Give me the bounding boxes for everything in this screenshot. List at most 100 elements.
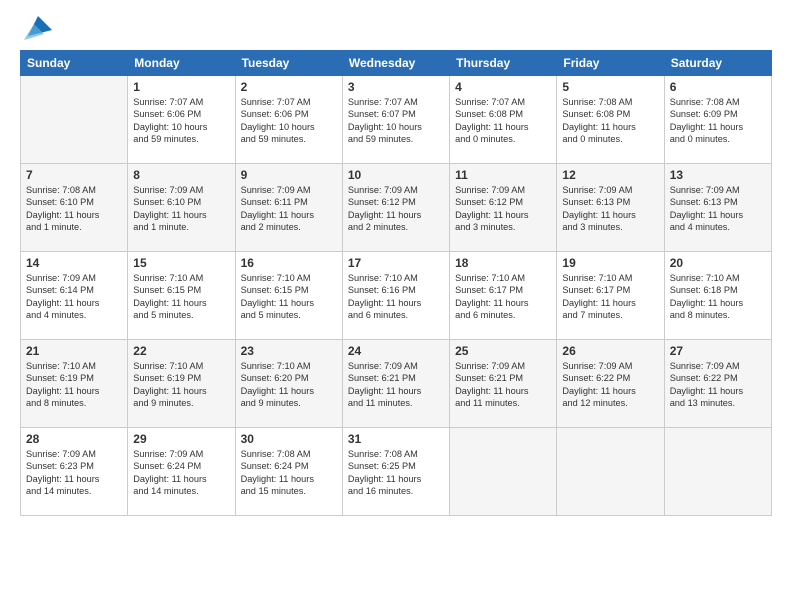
day-number: 29 bbox=[133, 432, 229, 446]
day-cell: 3 Sunrise: 7:07 AM Sunset: 6:07 PM Daylig… bbox=[342, 76, 449, 164]
day-info: Sunrise: 7:09 AM Sunset: 6:14 PM Dayligh… bbox=[26, 272, 122, 322]
day-number: 6 bbox=[670, 80, 766, 94]
logo-icon bbox=[24, 12, 52, 40]
week-row-4: 21 Sunrise: 7:10 AM Sunset: 6:19 PM Dayli… bbox=[21, 340, 772, 428]
day-info: Sunrise: 7:07 AM Sunset: 6:06 PM Dayligh… bbox=[133, 96, 229, 146]
day-cell: 29Sunrise: 7:09 AM Sunset: 6:24 PM Dayli… bbox=[128, 428, 235, 516]
day-number: 21 bbox=[26, 344, 122, 358]
day-info: Sunrise: 7:07 AM Sunset: 6:06 PM Dayligh… bbox=[241, 96, 337, 146]
day-info: Sunrise: 7:09 AM Sunset: 6:11 PM Dayligh… bbox=[241, 184, 337, 234]
day-cell: 25 Sunrise: 7:09 AM Sunset: 6:21 PM Dayli… bbox=[450, 340, 557, 428]
week-row-1: 1 Sunrise: 7:07 AM Sunset: 6:06 PM Daylig… bbox=[21, 76, 772, 164]
day-cell: 4Sunrise: 7:07 AM Sunset: 6:08 PM Daylig… bbox=[450, 76, 557, 164]
day-info: Sunrise: 7:08 AM Sunset: 6:25 PM Dayligh… bbox=[348, 448, 444, 498]
day-cell: 11 Sunrise: 7:09 AM Sunset: 6:12 PM Dayli… bbox=[450, 164, 557, 252]
day-cell: 26Sunrise: 7:09 AM Sunset: 6:22 PM Dayli… bbox=[557, 340, 664, 428]
day-number: 28 bbox=[26, 432, 122, 446]
col-header-tuesday: Tuesday bbox=[235, 51, 342, 76]
day-number: 4 bbox=[455, 80, 551, 94]
day-cell bbox=[450, 428, 557, 516]
day-cell: 31 Sunrise: 7:08 AM Sunset: 6:25 PM Dayli… bbox=[342, 428, 449, 516]
day-number: 25 bbox=[455, 344, 551, 358]
day-number: 8 bbox=[133, 168, 229, 182]
day-info: Sunrise: 7:09 AM Sunset: 6:21 PM Dayligh… bbox=[348, 360, 444, 410]
col-header-wednesday: Wednesday bbox=[342, 51, 449, 76]
day-number: 27 bbox=[670, 344, 766, 358]
day-number: 15 bbox=[133, 256, 229, 270]
day-number: 2 bbox=[241, 80, 337, 94]
day-number: 24 bbox=[348, 344, 444, 358]
day-info: Sunrise: 7:08 AM Sunset: 6:10 PM Dayligh… bbox=[26, 184, 122, 234]
day-number: 26 bbox=[562, 344, 658, 358]
logo bbox=[20, 16, 52, 40]
col-header-friday: Friday bbox=[557, 51, 664, 76]
day-info: Sunrise: 7:10 AM Sunset: 6:16 PM Dayligh… bbox=[348, 272, 444, 322]
day-number: 17 bbox=[348, 256, 444, 270]
day-number: 30 bbox=[241, 432, 337, 446]
day-cell: 15 Sunrise: 7:10 AM Sunset: 6:15 PM Dayli… bbox=[128, 252, 235, 340]
day-number: 31 bbox=[348, 432, 444, 446]
day-number: 19 bbox=[562, 256, 658, 270]
calendar-table: SundayMondayTuesdayWednesdayThursdayFrid… bbox=[20, 50, 772, 516]
day-info: Sunrise: 7:09 AM Sunset: 6:21 PM Dayligh… bbox=[455, 360, 551, 410]
day-info: Sunrise: 7:09 AM Sunset: 6:13 PM Dayligh… bbox=[562, 184, 658, 234]
day-info: Sunrise: 7:09 AM Sunset: 6:23 PM Dayligh… bbox=[26, 448, 122, 498]
day-number: 7 bbox=[26, 168, 122, 182]
day-number: 1 bbox=[133, 80, 229, 94]
day-info: Sunrise: 7:09 AM Sunset: 6:12 PM Dayligh… bbox=[348, 184, 444, 234]
col-header-monday: Monday bbox=[128, 51, 235, 76]
day-number: 9 bbox=[241, 168, 337, 182]
day-number: 11 bbox=[455, 168, 551, 182]
day-number: 22 bbox=[133, 344, 229, 358]
day-info: Sunrise: 7:10 AM Sunset: 6:15 PM Dayligh… bbox=[133, 272, 229, 322]
header-row: SundayMondayTuesdayWednesdayThursdayFrid… bbox=[21, 51, 772, 76]
day-number: 5 bbox=[562, 80, 658, 94]
col-header-saturday: Saturday bbox=[664, 51, 771, 76]
day-info: Sunrise: 7:09 AM Sunset: 6:12 PM Dayligh… bbox=[455, 184, 551, 234]
day-info: Sunrise: 7:10 AM Sunset: 6:19 PM Dayligh… bbox=[133, 360, 229, 410]
week-row-3: 14 Sunrise: 7:09 AM Sunset: 6:14 PM Dayli… bbox=[21, 252, 772, 340]
col-header-thursday: Thursday bbox=[450, 51, 557, 76]
week-row-2: 7 Sunrise: 7:08 AM Sunset: 6:10 PM Daylig… bbox=[21, 164, 772, 252]
day-cell: 1 Sunrise: 7:07 AM Sunset: 6:06 PM Daylig… bbox=[128, 76, 235, 164]
day-cell: 2 Sunrise: 7:07 AM Sunset: 6:06 PM Daylig… bbox=[235, 76, 342, 164]
day-info: Sunrise: 7:09 AM Sunset: 6:13 PM Dayligh… bbox=[670, 184, 766, 234]
day-info: Sunrise: 7:08 AM Sunset: 6:09 PM Dayligh… bbox=[670, 96, 766, 146]
header bbox=[20, 16, 772, 40]
day-number: 14 bbox=[26, 256, 122, 270]
day-cell: 27 Sunrise: 7:09 AM Sunset: 6:22 PM Dayli… bbox=[664, 340, 771, 428]
day-cell: 12Sunrise: 7:09 AM Sunset: 6:13 PM Dayli… bbox=[557, 164, 664, 252]
day-info: Sunrise: 7:07 AM Sunset: 6:07 PM Dayligh… bbox=[348, 96, 444, 146]
day-cell: 9 Sunrise: 7:09 AM Sunset: 6:11 PM Daylig… bbox=[235, 164, 342, 252]
day-info: Sunrise: 7:08 AM Sunset: 6:24 PM Dayligh… bbox=[241, 448, 337, 498]
day-cell: 22 Sunrise: 7:10 AM Sunset: 6:19 PM Dayli… bbox=[128, 340, 235, 428]
day-info: Sunrise: 7:10 AM Sunset: 6:18 PM Dayligh… bbox=[670, 272, 766, 322]
col-header-sunday: Sunday bbox=[21, 51, 128, 76]
day-number: 3 bbox=[348, 80, 444, 94]
day-number: 23 bbox=[241, 344, 337, 358]
day-number: 16 bbox=[241, 256, 337, 270]
day-info: Sunrise: 7:08 AM Sunset: 6:08 PM Dayligh… bbox=[562, 96, 658, 146]
day-cell: 5 Sunrise: 7:08 AM Sunset: 6:08 PM Daylig… bbox=[557, 76, 664, 164]
day-cell: 28 Sunrise: 7:09 AM Sunset: 6:23 PM Dayli… bbox=[21, 428, 128, 516]
day-cell: 13Sunrise: 7:09 AM Sunset: 6:13 PM Dayli… bbox=[664, 164, 771, 252]
day-info: Sunrise: 7:10 AM Sunset: 6:17 PM Dayligh… bbox=[562, 272, 658, 322]
day-info: Sunrise: 7:09 AM Sunset: 6:22 PM Dayligh… bbox=[670, 360, 766, 410]
day-cell: 16Sunrise: 7:10 AM Sunset: 6:15 PM Dayli… bbox=[235, 252, 342, 340]
day-cell: 14 Sunrise: 7:09 AM Sunset: 6:14 PM Dayli… bbox=[21, 252, 128, 340]
day-info: Sunrise: 7:10 AM Sunset: 6:17 PM Dayligh… bbox=[455, 272, 551, 322]
day-cell bbox=[557, 428, 664, 516]
day-cell: 6 Sunrise: 7:08 AM Sunset: 6:09 PM Daylig… bbox=[664, 76, 771, 164]
week-row-5: 28 Sunrise: 7:09 AM Sunset: 6:23 PM Dayli… bbox=[21, 428, 772, 516]
day-info: Sunrise: 7:10 AM Sunset: 6:20 PM Dayligh… bbox=[241, 360, 337, 410]
day-cell bbox=[664, 428, 771, 516]
day-cell: 19 Sunrise: 7:10 AM Sunset: 6:17 PM Dayli… bbox=[557, 252, 664, 340]
day-cell: 21Sunrise: 7:10 AM Sunset: 6:19 PM Dayli… bbox=[21, 340, 128, 428]
day-cell: 18Sunrise: 7:10 AM Sunset: 6:17 PM Dayli… bbox=[450, 252, 557, 340]
day-cell: 17 Sunrise: 7:10 AM Sunset: 6:16 PM Dayli… bbox=[342, 252, 449, 340]
day-cell: 20 Sunrise: 7:10 AM Sunset: 6:18 PM Dayli… bbox=[664, 252, 771, 340]
day-number: 20 bbox=[670, 256, 766, 270]
day-cell: 24 Sunrise: 7:09 AM Sunset: 6:21 PM Dayli… bbox=[342, 340, 449, 428]
day-cell: 8Sunrise: 7:09 AM Sunset: 6:10 PM Daylig… bbox=[128, 164, 235, 252]
day-cell: 23 Sunrise: 7:10 AM Sunset: 6:20 PM Dayli… bbox=[235, 340, 342, 428]
